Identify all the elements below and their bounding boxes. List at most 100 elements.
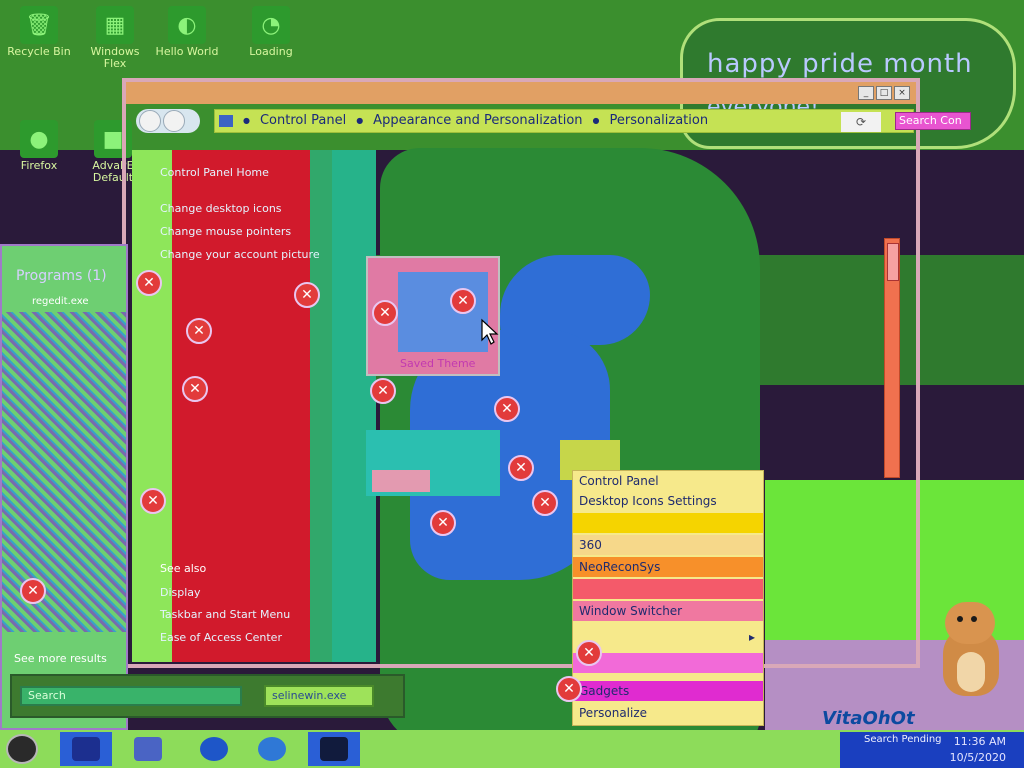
context-menu-item[interactable]: [573, 579, 763, 599]
watermark: VitaOhOt: [822, 708, 915, 729]
clock[interactable]: 11:36 AM 10/5/2020: [950, 734, 1006, 766]
error-icon: ✕: [372, 300, 398, 326]
context-menu-item[interactable]: Control Panel: [573, 471, 763, 491]
folder-icon: [72, 737, 100, 761]
error-icon: ✕: [294, 282, 320, 308]
window-titlebar[interactable]: _ □ ×: [126, 82, 916, 104]
submenu-arrow-icon: ▸: [748, 630, 755, 644]
context-menu-item[interactable]: [573, 513, 763, 533]
taskbar-button-ie[interactable]: [188, 732, 240, 766]
desktop-icon-windows-flex[interactable]: ▦ Windows Flex: [80, 6, 150, 70]
desktop-icon-label: Firefox: [20, 159, 58, 172]
error-icon: ✕: [532, 490, 558, 516]
context-menu-item[interactable]: Desktop Icons Settings: [573, 491, 763, 511]
hamster-eye: [971, 616, 977, 622]
start-button[interactable]: [6, 734, 38, 764]
search-input[interactable]: Search Con: [895, 112, 971, 130]
control-panel-home-link[interactable]: Control Panel Home: [160, 166, 269, 179]
taskbar: Search Pending 11:36 AM 10/5/2020: [0, 730, 1024, 768]
desktop-icon-recycle-bin[interactable]: 🗑 Recycle Bin: [4, 6, 74, 58]
breadcrumb-separator: ●: [243, 116, 250, 125]
context-menu-item[interactable]: ▸: [573, 627, 763, 647]
bubble-text: happy pride month: [707, 49, 973, 79]
breadcrumb-separator: ●: [592, 116, 600, 125]
start-search-input[interactable]: Search: [20, 686, 242, 706]
error-icon: ✕: [494, 396, 520, 422]
hamster-belly: [957, 652, 985, 692]
program-result[interactable]: regedit.exe: [32, 296, 89, 307]
breadcrumb-separator: ●: [356, 116, 364, 125]
breadcrumb-item[interactable]: Personalization: [610, 113, 709, 128]
theme-label: Saved Theme: [400, 357, 476, 370]
context-menu-item[interactable]: 360: [573, 535, 763, 555]
context-menu-item[interactable]: NeoReconSys: [573, 557, 763, 577]
pane-divider: [332, 150, 376, 662]
ease-of-access-link[interactable]: Ease of Access Center: [160, 631, 282, 644]
theme-tile[interactable]: [366, 430, 500, 496]
desktop-icon-label: Windows Flex: [90, 45, 140, 70]
close-button[interactable]: ×: [894, 86, 910, 100]
error-icon: ✕: [576, 640, 602, 666]
error-icon: ✕: [136, 270, 162, 296]
mouse-pointer-icon: [481, 318, 499, 345]
hamster-gadget[interactable]: [935, 602, 1007, 700]
loading-icon: ◔: [252, 6, 290, 44]
desktop-icon-label: Hello World: [155, 45, 219, 58]
error-icon: ✕: [370, 378, 396, 404]
forward-button[interactable]: [163, 110, 185, 132]
clock-time: 11:36 AM: [953, 735, 1006, 748]
control-panel-icon: [219, 114, 233, 127]
desktop-icon-hello-world[interactable]: ◐ Hello World: [152, 6, 222, 58]
hamster-head: [945, 602, 995, 644]
hello-world-icon: ◐: [168, 6, 206, 44]
change-mouse-pointers-link[interactable]: Change mouse pointers: [160, 225, 291, 238]
error-icon: ✕: [140, 488, 166, 514]
windows-flex-icon: ▦: [96, 6, 134, 44]
hamster-eye: [957, 616, 963, 622]
see-more-results-link[interactable]: See more results: [14, 652, 107, 665]
context-menu-item[interactable]: Gadgets: [573, 681, 763, 701]
breadcrumb-item[interactable]: Appearance and Personalization: [373, 113, 582, 128]
error-icon: ✕: [556, 676, 582, 702]
display-link[interactable]: Display: [160, 586, 201, 599]
tray-status[interactable]: Search Pending: [864, 734, 942, 745]
vertical-scrollbar[interactable]: [884, 238, 900, 478]
pane-stripe: [310, 150, 332, 662]
globe-icon: [200, 737, 228, 761]
programs-header: Programs (1): [16, 268, 107, 284]
minimize-button[interactable]: _: [858, 86, 874, 100]
firefox-icon: [258, 737, 286, 761]
breadcrumb[interactable]: ● Control Panel ● Appearance and Persona…: [214, 109, 971, 133]
context-menu-item[interactable]: Personalize: [573, 703, 763, 723]
error-icon: ✕: [450, 288, 476, 314]
desktop-icon-loading[interactable]: ◔ Loading: [236, 6, 306, 58]
clock-date: 10/5/2020: [949, 751, 1006, 764]
error-icon: ✕: [508, 455, 534, 481]
desktop-icon-firefox[interactable]: ● Firefox: [4, 120, 74, 172]
taskbar-button-media[interactable]: [122, 732, 174, 766]
breadcrumb-item[interactable]: Control Panel: [260, 113, 346, 128]
context-menu-item[interactable]: Window Switcher: [573, 601, 763, 621]
firefox-icon: ●: [20, 120, 58, 158]
navigation-bar: ● Control Panel ● Appearance and Persona…: [132, 107, 971, 135]
see-also-header: See also: [160, 562, 207, 575]
desktop-icon-label: Loading: [249, 45, 293, 58]
theme-swatch: [372, 470, 430, 492]
error-icon: ✕: [182, 376, 208, 402]
change-desktop-icons-link[interactable]: Change desktop icons: [160, 202, 282, 215]
notification-area: Search Pending 11:36 AM 10/5/2020: [840, 732, 1024, 768]
maximize-button[interactable]: □: [876, 86, 892, 100]
taskbar-button-control-panel[interactable]: [308, 732, 360, 766]
taskbar-button-explorer[interactable]: [60, 732, 112, 766]
refresh-button[interactable]: ⟳: [841, 112, 881, 132]
theme-preview: [398, 272, 488, 352]
task-pane: Control Panel Home Change desktop icons …: [132, 150, 332, 662]
error-icon: ✕: [20, 578, 46, 604]
scrollbar-thumb[interactable]: [887, 243, 899, 281]
back-button[interactable]: [139, 110, 161, 132]
error-icon: ✕: [430, 510, 456, 536]
change-account-picture-link[interactable]: Change your account picture: [160, 248, 320, 261]
taskbar-button-firefox[interactable]: [246, 732, 298, 766]
run-command-button[interactable]: selinewin.exe: [264, 685, 374, 707]
taskbar-start-menu-link[interactable]: Taskbar and Start Menu: [160, 608, 290, 621]
